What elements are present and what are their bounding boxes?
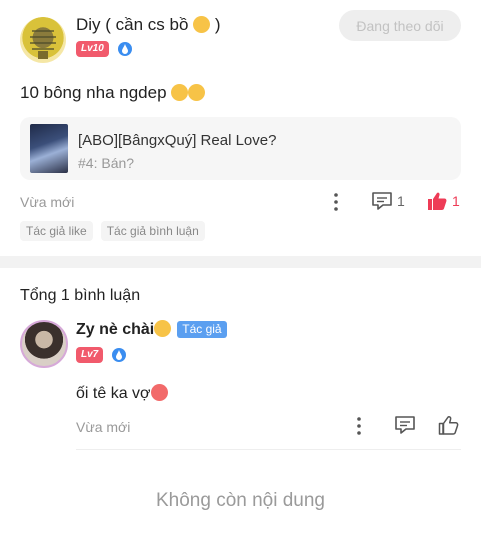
tag-author-liked: Tác giả like bbox=[20, 221, 93, 241]
post-time: Vừa mới bbox=[20, 194, 75, 210]
comment-like-icon[interactable] bbox=[438, 415, 459, 441]
section-divider bbox=[0, 256, 481, 268]
comment-count: 1 bbox=[397, 193, 405, 209]
comments-header: Tổng 1 bình luận bbox=[20, 287, 141, 304]
angry-emoji-icon bbox=[150, 384, 168, 401]
like-count: 1 bbox=[452, 193, 460, 209]
heart-eyes-emoji-icon bbox=[154, 320, 172, 337]
tag-author-commented: Tác giả bình luận bbox=[100, 221, 205, 241]
comment-content: ối tê ka vợ bbox=[76, 384, 168, 403]
thumbs-up-icon bbox=[428, 192, 447, 210]
comment-button[interactable]: 1 bbox=[371, 191, 405, 211]
like-button[interactable]: 1 bbox=[427, 191, 460, 211]
comment-author-name[interactable]: Zy nè chài bbox=[76, 320, 172, 339]
comment-reply-icon[interactable] bbox=[394, 415, 416, 440]
follow-button[interactable]: Đang theo dõi bbox=[339, 10, 461, 41]
author-tag: Tác giả bbox=[177, 321, 227, 338]
avatar-image bbox=[30, 30, 56, 59]
book-card[interactable]: [ABO][BângxQuý] Real Love? #4: Bán? bbox=[20, 117, 461, 180]
level-badge: Lv7 bbox=[76, 347, 104, 363]
post-author-avatar[interactable] bbox=[20, 17, 66, 63]
level-badge: Lv10 bbox=[76, 41, 109, 57]
post-author-name[interactable]: Diy ( cần cs bồ ) bbox=[76, 15, 221, 35]
more-options-icon[interactable] bbox=[330, 192, 342, 212]
verified-drop-icon bbox=[112, 348, 127, 362]
book-title: [ABO][BângxQuý] Real Love? bbox=[78, 132, 277, 149]
comment-icon bbox=[372, 192, 392, 210]
end-of-content-text: Không còn nội dung bbox=[155, 490, 326, 511]
verified-drop-icon bbox=[117, 42, 132, 56]
book-chapter: #4: Bán? bbox=[78, 155, 135, 171]
comment-divider bbox=[76, 449, 461, 450]
book-cover-image bbox=[30, 124, 68, 173]
comment-more-options-icon[interactable] bbox=[353, 416, 365, 436]
comment-author-avatar[interactable] bbox=[20, 320, 68, 368]
smiling-emoji-icon bbox=[193, 16, 211, 33]
post-content: 10 bông nha ngdep bbox=[20, 83, 206, 103]
comment-time: Vừa mới bbox=[76, 419, 131, 435]
smiling-emoji-icon bbox=[171, 84, 189, 101]
smiling-emoji-icon bbox=[188, 84, 206, 101]
